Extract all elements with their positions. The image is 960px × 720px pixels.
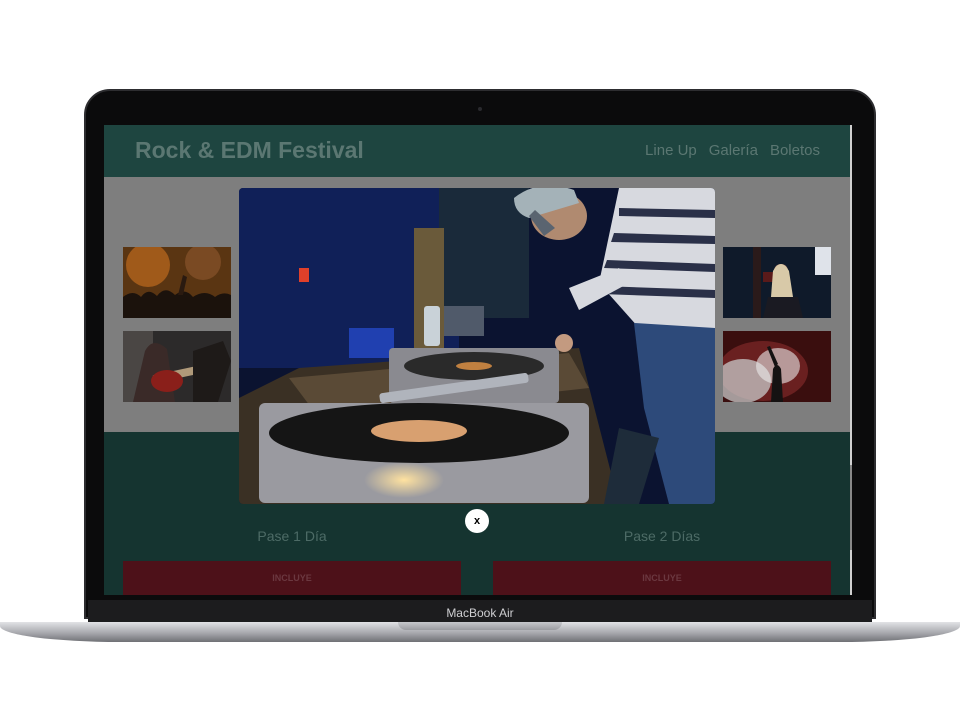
pass-2-title: Pase 2 Días: [623, 528, 701, 544]
gallery-thumb-guitarist[interactable]: [123, 331, 231, 402]
gallery-thumb-crowd[interactable]: [123, 247, 231, 318]
modal-close-button[interactable]: x: [465, 509, 489, 533]
nav-galeria[interactable]: Galería: [709, 142, 758, 159]
site-title[interactable]: Rock & EDM Festival: [135, 137, 364, 164]
browser-screen: Rock & EDM Festival Line Up Galería Bole…: [104, 125, 852, 595]
scrollbar-thumb[interactable]: [850, 465, 852, 550]
pass-2-includes-button[interactable]: INCLUYE: [493, 561, 831, 595]
site-header: Rock & EDM Festival Line Up Galería Bole…: [104, 125, 850, 177]
nav-line-up[interactable]: Line Up: [645, 142, 697, 159]
device-label: MacBook Air: [446, 606, 514, 620]
nav-boletos[interactable]: Boletos: [770, 142, 820, 159]
camera: [478, 107, 482, 111]
pass-1-title: Pase 1 Día: [257, 528, 327, 544]
gallery-thumb-smoke-performer[interactable]: [723, 331, 831, 402]
modal-image-dj: [239, 188, 715, 504]
pass-1-includes-button[interactable]: INCLUYE: [123, 561, 461, 595]
main-nav: Line Up Galería Boletos: [645, 142, 820, 159]
laptop-opening-notch: [398, 622, 562, 630]
gallery-thumb-singer[interactable]: [723, 247, 831, 318]
